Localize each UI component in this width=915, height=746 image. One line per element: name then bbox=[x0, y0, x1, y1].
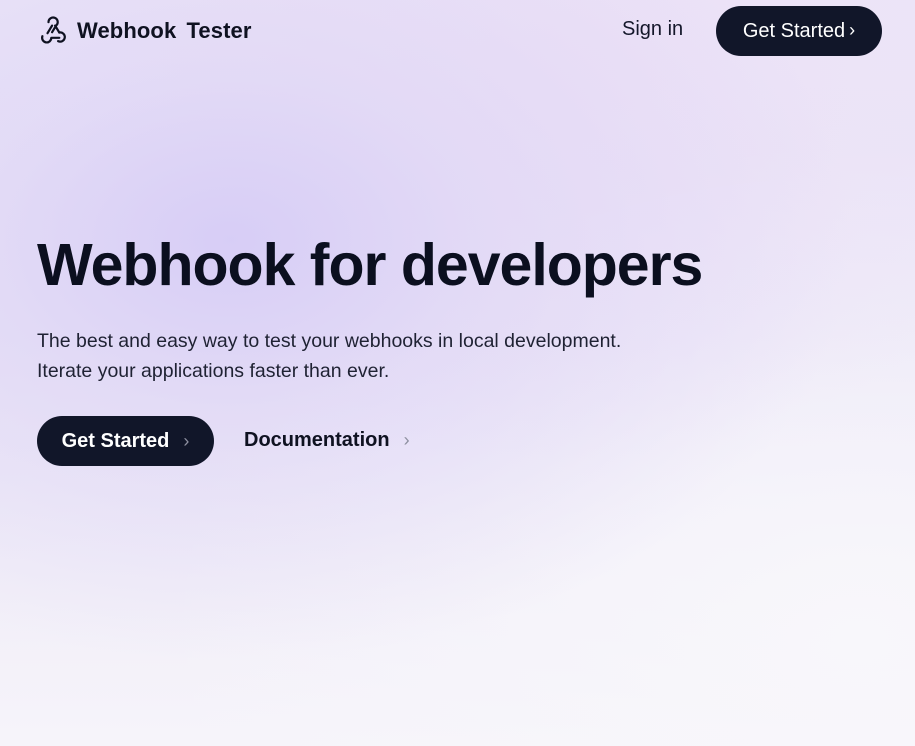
header-get-started-label: Get Started bbox=[742, 19, 846, 42]
hero-get-started-label: Get Started bbox=[61, 429, 170, 452]
brand-name: Webhook Tester bbox=[77, 18, 252, 43]
documentation-link[interactable]: Documentation › bbox=[244, 429, 410, 452]
site-header: Webhook Tester Sign in Get Started › bbox=[0, 0, 915, 64]
hero-subtitle: The best and easy way to test your webho… bbox=[37, 326, 737, 386]
chevron-right-icon: › bbox=[403, 430, 410, 450]
sign-in-link[interactable]: Sign in bbox=[622, 18, 683, 41]
hero-subtitle-line-2: Iterate your applications faster than ev… bbox=[37, 360, 390, 382]
hero-title: Webhook for developers bbox=[37, 232, 703, 298]
hero-get-started-button[interactable]: Get Started › bbox=[37, 416, 214, 466]
chevron-right-icon: › bbox=[183, 430, 190, 451]
chevron-right-icon: › bbox=[849, 19, 856, 40]
header-get-started-button[interactable]: Get Started › bbox=[716, 6, 882, 56]
brand-logo-link[interactable]: Webhook Tester bbox=[37, 14, 252, 48]
hero-subtitle-line-1: The best and easy way to test your webho… bbox=[37, 330, 622, 352]
webhook-icon bbox=[37, 16, 67, 46]
documentation-label: Documentation bbox=[244, 429, 390, 451]
